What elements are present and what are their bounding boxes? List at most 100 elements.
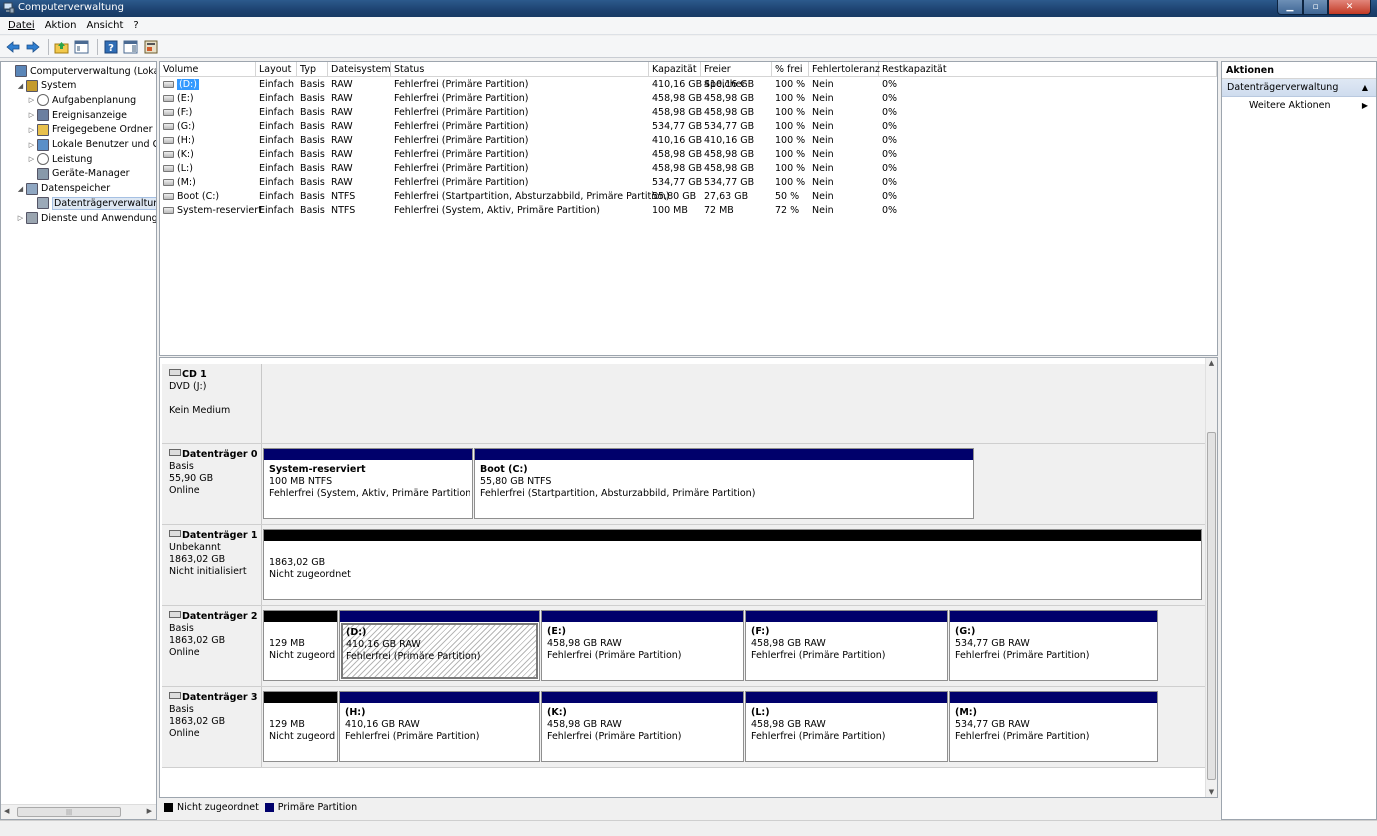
partition-block[interactable]: (E:) 458,98 GB RAW Fehlerfrei (Primäre Par… [541, 610, 744, 681]
column-header[interactable]: Restkapazität [879, 62, 1217, 77]
column-header[interactable]: Status [391, 62, 649, 77]
close-button[interactable]: ✕ [1328, 0, 1371, 15]
partition-block[interactable]: (G:) 534,77 GB RAW Fehlerfrei (Primäre Par… [949, 610, 1158, 681]
disk-view-scrollbar[interactable]: ▲ ▼ [1205, 358, 1217, 797]
expand-toggle-icon[interactable]: ▷ [27, 126, 36, 134]
partition-block[interactable]: 1863,02 GB Nicht zugeordnet [263, 529, 1202, 600]
expand-toggle-icon[interactable]: ◢ [16, 185, 25, 193]
volume-drive-icon [163, 123, 174, 130]
tree-item[interactable]: ▷ Ereignisanzeige [27, 108, 127, 122]
scroll-down-arrow-icon[interactable]: ▼ [1206, 788, 1217, 796]
tree-item[interactable]: ▷ Freigegebene Ordner [27, 123, 152, 137]
expand-toggle-icon[interactable]: ◢ [16, 82, 25, 90]
partition-block[interactable]: (F:) 458,98 GB RAW Fehlerfrei (Primäre Par… [745, 610, 948, 681]
partition-block[interactable]: System-reserviert 100 MB NTFS Fehlerfrei (… [263, 448, 473, 519]
partition-block[interactable]: (H:) 410,16 GB RAW Fehlerfrei (Primäre Par… [339, 691, 540, 762]
expand-toggle-icon[interactable]: ▷ [27, 155, 36, 163]
column-header[interactable]: Dateisystem [328, 62, 391, 77]
device-manager-icon [37, 167, 49, 180]
minimize-button[interactable]: ▁ [1277, 0, 1303, 15]
properties-button[interactable] [142, 39, 159, 55]
partition-block[interactable]: (K:) 458,98 GB RAW Fehlerfrei (Primäre Par… [541, 691, 744, 762]
partition-title-empty [269, 707, 332, 719]
partition-type-bar [264, 692, 337, 703]
tree-item[interactable]: ◢ System [16, 79, 76, 93]
partition-type-bar [475, 449, 973, 460]
expand-toggle-icon[interactable]: ▷ [16, 214, 25, 222]
partition-block[interactable]: 129 MB Nicht zugeord [263, 691, 338, 762]
scroll-right-arrow-icon[interactable]: ▶ [147, 807, 152, 815]
table-row[interactable]: (E:) Einfach Basis RAW Fehlerfrei (Primäre P… [160, 92, 1217, 106]
scroll-left-arrow-icon[interactable]: ◀ [4, 807, 9, 815]
disk-label[interactable]: Datenträger 1 Unbekannt 1863,02 GB Nicht in… [162, 525, 262, 605]
tree-item[interactable]: ▷ Leistung [27, 152, 92, 166]
cell-text: Nein [812, 163, 834, 174]
table-row[interactable]: (D:) Einfach Basis RAW Fehlerfrei (Primäre P… [160, 78, 1217, 92]
table-row[interactable]: (K:) Einfach Basis RAW Fehlerfrei (Primäre P… [160, 148, 1217, 162]
table-row[interactable]: (L:) Einfach Basis RAW Fehlerfrei (Primäre P… [160, 162, 1217, 176]
column-header[interactable]: Fehlertoleranz [809, 62, 880, 77]
scroll-up-arrow-icon[interactable]: ▲ [1206, 359, 1217, 367]
menu-help[interactable]: ? [133, 20, 138, 31]
cell-text: Einfach [259, 177, 295, 188]
table-row[interactable]: (M:) Einfach Basis RAW Fehlerfrei (Primäre P… [160, 176, 1217, 190]
menu-aktion[interactable]: Aktion [45, 20, 77, 31]
disk-label[interactable]: Datenträger 2 Basis 1863,02 GB Online [162, 606, 262, 686]
maximize-button[interactable]: ▫ [1303, 0, 1328, 15]
table-row[interactable]: (H:) Einfach Basis RAW Fehlerfrei (Primäre P… [160, 134, 1217, 148]
partition-block[interactable]: (M:) 534,77 GB RAW Fehlerfrei (Primäre Par… [949, 691, 1158, 762]
expand-toggle-icon[interactable]: ▷ [27, 111, 36, 119]
back-button[interactable] [4, 39, 21, 55]
table-row[interactable]: (F:) Einfach Basis RAW Fehlerfrei (Primäre P… [160, 106, 1217, 120]
more-actions-item[interactable]: Weitere Aktionen ▶ [1222, 97, 1376, 115]
partition-block[interactable]: (L:) 458,98 GB RAW Fehlerfrei (Primäre Par… [745, 691, 948, 762]
partition-block[interactable]: 129 MB Nicht zugeord [263, 610, 338, 681]
tree-item[interactable]: ▷ Dienste und Anwendungen [16, 211, 156, 225]
partition-block[interactable]: Boot (C:) 55,80 GB NTFS Fehlerfrei (Startp… [474, 448, 974, 519]
collapse-up-icon[interactable]: ▲ [1362, 79, 1368, 97]
column-header[interactable]: Kapazität [649, 62, 701, 77]
cell-text: 534,77 GB [704, 121, 755, 132]
table-cell: Nein [809, 78, 879, 92]
tree-item[interactable]: ▷ Lokale Benutzer und Gruppen [27, 138, 156, 152]
forward-button[interactable] [24, 39, 41, 55]
table-row[interactable]: System-reserviert Einfach Basis NTFS Fehlerf… [160, 204, 1217, 218]
table-row[interactable]: (G:) Einfach Basis RAW Fehlerfrei (Primäre P… [160, 120, 1217, 134]
partition-block[interactable]: (D:) 410,16 GB RAW Fehlerfrei (Primäre Par… [339, 610, 540, 681]
tree-item[interactable]: Computerverwaltung (Lokal) [5, 64, 156, 78]
table-cell: Einfach [256, 134, 297, 148]
scrollbar-thumb[interactable] [1207, 432, 1216, 780]
expand-toggle-icon[interactable]: ▷ [27, 141, 36, 149]
column-header[interactable]: Freier Speicher [701, 62, 772, 90]
table-cell: Fehlerfrei (Primäre Partition) [391, 148, 649, 162]
table-cell: 0% [879, 176, 1217, 190]
disk-label[interactable]: Datenträger 0 Basis 55,90 GB Online [162, 444, 262, 524]
table-row[interactable]: Boot (C:) Einfach Basis NTFS Fehlerfrei (Sta… [160, 190, 1217, 204]
column-header[interactable]: Layout [256, 62, 297, 77]
menu-ansicht[interactable]: Ansicht [86, 20, 123, 31]
disk-label[interactable]: CD 1 DVD (J:) Kein Medium [162, 364, 262, 443]
disk-info-line: Unbekannt [169, 542, 221, 553]
show-hide-tree-button[interactable] [73, 39, 90, 55]
column-header[interactable]: % frei [772, 62, 809, 77]
disk-label[interactable]: Datenträger 3 Basis 1863,02 GB Online [162, 687, 262, 767]
legend-label-unallocated: Nicht zugeordnet [177, 802, 259, 813]
up-folder-button[interactable] [53, 39, 70, 55]
tree-item[interactable]: Geräte-Manager [27, 167, 130, 181]
disk-info-line: Basis [169, 623, 194, 634]
expand-toggle-icon[interactable]: ▷ [27, 96, 36, 104]
actions-section-disk-management[interactable]: Datenträgerverwaltung ▲ [1222, 79, 1376, 97]
scrollbar-thumb[interactable]: ||| [17, 807, 121, 817]
cell-text: Boot (C:) [177, 191, 220, 202]
tree-horizontal-scrollbar[interactable]: ◀ ||| ▶ [1, 804, 156, 819]
help-button[interactable]: ? [102, 39, 119, 55]
tree-item[interactable]: ▷ Aufgabenplanung [27, 93, 136, 107]
table-cell: 458,98 GB [649, 106, 702, 120]
menu-datei[interactable]: Datei [8, 20, 35, 31]
column-header[interactable]: Volume [160, 62, 256, 77]
show-hide-action-pane-button[interactable] [122, 39, 139, 55]
column-header[interactable]: Typ [297, 62, 328, 77]
tree-item[interactable]: ◢ Datenspeicher [16, 182, 110, 196]
tree-item[interactable]: Datenträgerverwaltung [27, 196, 156, 210]
partition-title-empty [269, 545, 1196, 557]
